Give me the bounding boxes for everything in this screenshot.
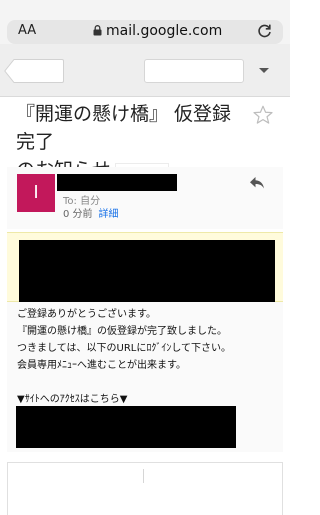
text-size-button[interactable]: AA: [18, 23, 36, 38]
time-label: 0 分前 詳細: [63, 205, 119, 220]
sender-name-redacted: [57, 174, 177, 191]
body-line: つきましては、以下のURLにﾛｸﾞｲﾝして下さい。: [17, 343, 232, 354]
divider: [143, 469, 144, 483]
browser-top-bar: AA mail.google.com: [0, 0, 290, 44]
mail-toolbar: [0, 44, 290, 97]
redacted-link[interactable]: [16, 406, 236, 448]
reply-icon[interactable]: [249, 176, 265, 190]
toolbar-action-button[interactable]: [144, 59, 244, 83]
highlight-banner: [7, 232, 283, 302]
body-line: ご登録ありがとうございます。: [17, 309, 156, 320]
redacted-block: [19, 240, 275, 302]
body-line: 『開運の懸け橋』の仮登録が完了致しました。: [17, 326, 227, 337]
body-line: 会員専用ﾒﾆｭｰへ進むことが出来ます。: [17, 360, 186, 371]
subject-line-1: 『開運の懸け橋』 仮登録完了: [16, 103, 232, 153]
avatar[interactable]: I: [17, 174, 55, 212]
body-text: ご登録ありがとうございます。 『開運の懸け橋』の仮登録が完了致しました。 つきま…: [17, 306, 283, 408]
sender-header: I To: 自分 0 分前 詳細: [7, 167, 283, 229]
timestamp: 0 分前: [63, 209, 93, 220]
url-text[interactable]: mail.google.com: [93, 23, 222, 39]
back-button[interactable]: [4, 59, 64, 83]
details-link[interactable]: 詳細: [99, 209, 119, 220]
bottom-action-card: [7, 462, 283, 515]
url-label: mail.google.com: [106, 23, 223, 39]
lock-icon: [93, 25, 102, 36]
star-icon[interactable]: [252, 104, 274, 126]
reload-icon[interactable]: [256, 22, 274, 40]
chevron-down-icon[interactable]: [259, 68, 269, 73]
address-bar[interactable]: AA mail.google.com: [7, 20, 283, 44]
email-body: ご登録ありがとうございます。 『開運の懸け橋』の仮登録が完了致しました。 つきま…: [7, 232, 283, 452]
